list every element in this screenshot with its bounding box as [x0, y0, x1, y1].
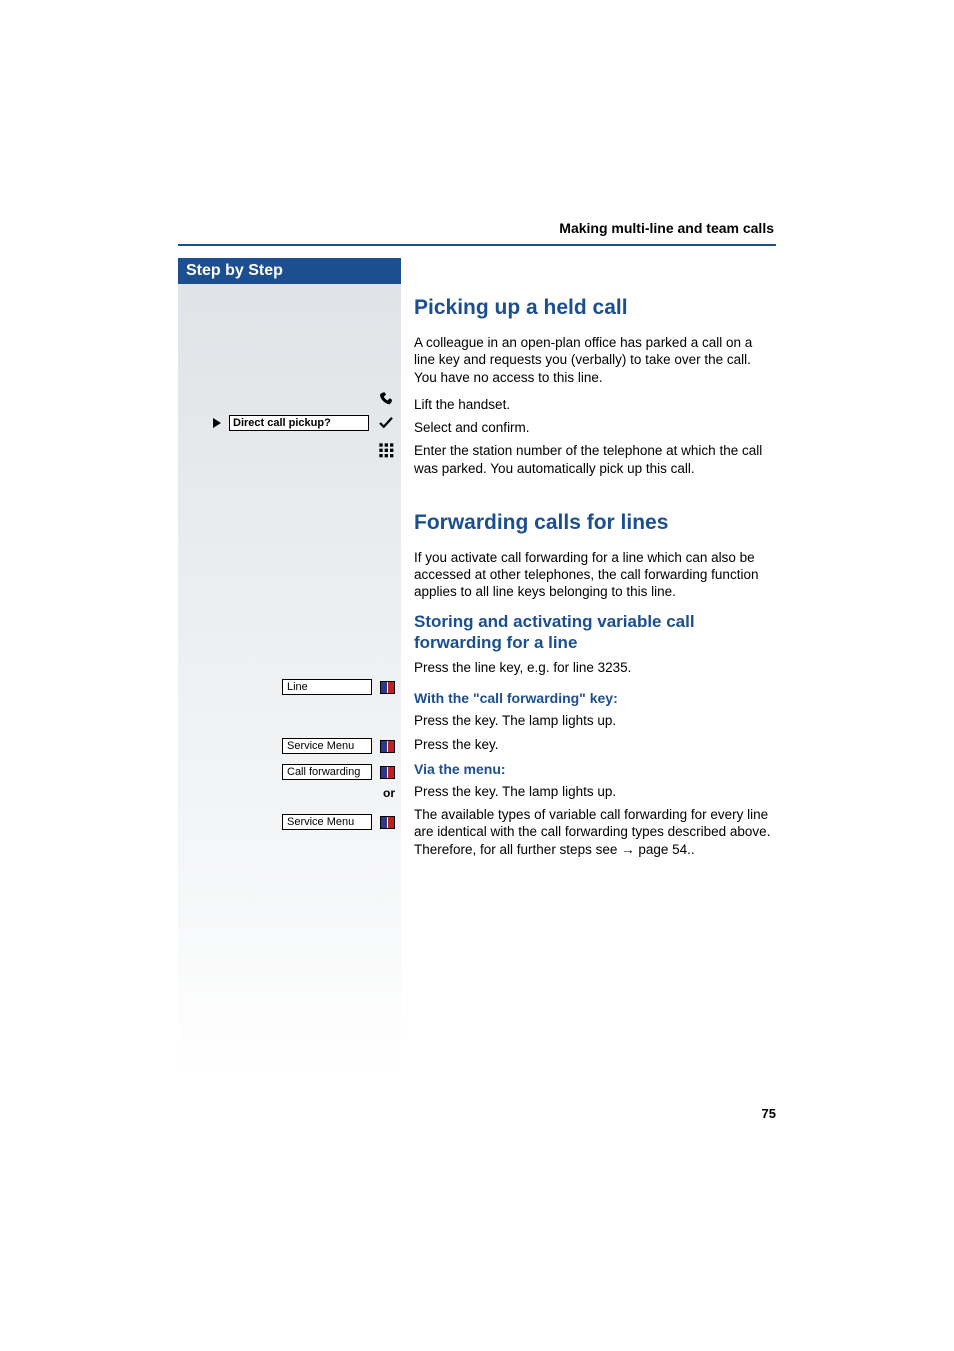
key-call-forwarding[interactable]: Call forwarding [282, 764, 372, 780]
side-row-handset [178, 390, 401, 408]
text-lift-handset: Lift the handset. [414, 396, 774, 413]
lamp-indicator [380, 681, 395, 694]
running-header: Making multi-line and team calls [559, 220, 774, 236]
page-number: 75 [762, 1106, 776, 1121]
selector-direct-pickup[interactable]: Direct call pickup? [229, 415, 369, 431]
paragraph-available-types: The available types of variable call for… [414, 806, 774, 858]
side-row-direct-pickup: Direct call pickup? [178, 414, 401, 432]
text-select-confirm: Select and confirm. [414, 419, 774, 436]
side-row-service-menu-1: Service Menu [178, 738, 401, 754]
paragraph-forward-intro: If you activate call forwarding for a li… [414, 549, 774, 601]
key-line[interactable]: Line [282, 679, 372, 695]
text-press-line: Press the line key, e.g. for line 3235. [414, 659, 774, 676]
header-rule [178, 244, 776, 246]
key-service-menu-1[interactable]: Service Menu [282, 738, 372, 754]
heading-forwarding: Forwarding calls for lines [414, 511, 774, 535]
text-press-key: Press the key. [414, 736, 774, 753]
play-arrow-icon [213, 418, 221, 428]
subheading-store-activate: Storing and activating variable call for… [414, 611, 774, 654]
content-column: Picking up a held call A colleague in an… [414, 296, 774, 868]
paragraph-pickup-intro: A colleague in an open-plan office has p… [414, 334, 774, 386]
or-label: or [383, 786, 395, 800]
check-icon [377, 414, 395, 432]
sidebar-title: Step by Step [178, 258, 401, 284]
lamp-indicator [380, 766, 395, 779]
text-press-key-lamp-1: Press the key. The lamp lights up. [414, 712, 774, 729]
keypad-icon [377, 441, 395, 459]
lamp-indicator [380, 816, 395, 829]
side-row-or: or [178, 786, 401, 800]
text-enter-station: Enter the station number of the telephon… [414, 442, 774, 477]
lamp-indicator [380, 740, 395, 753]
side-row-call-forwarding: Call forwarding [178, 764, 401, 780]
side-row-service-menu-2: Service Menu [178, 814, 401, 830]
label-via-menu: Via the menu: [414, 761, 774, 777]
side-row-keypad [178, 441, 401, 459]
text-press-key-lamp-2: Press the key. The lamp lights up. [414, 783, 774, 800]
side-row-line-key: Line [178, 679, 401, 695]
step-sidebar: Step by Step Direct call pickup? [178, 258, 401, 1078]
heading-pickup: Picking up a held call [414, 296, 774, 320]
label-with-cf-key: With the "call forwarding" key: [414, 690, 774, 706]
page: Making multi-line and team calls Step by… [0, 0, 954, 1351]
handset-icon [377, 390, 395, 408]
key-service-menu-2[interactable]: Service Menu [282, 814, 372, 830]
